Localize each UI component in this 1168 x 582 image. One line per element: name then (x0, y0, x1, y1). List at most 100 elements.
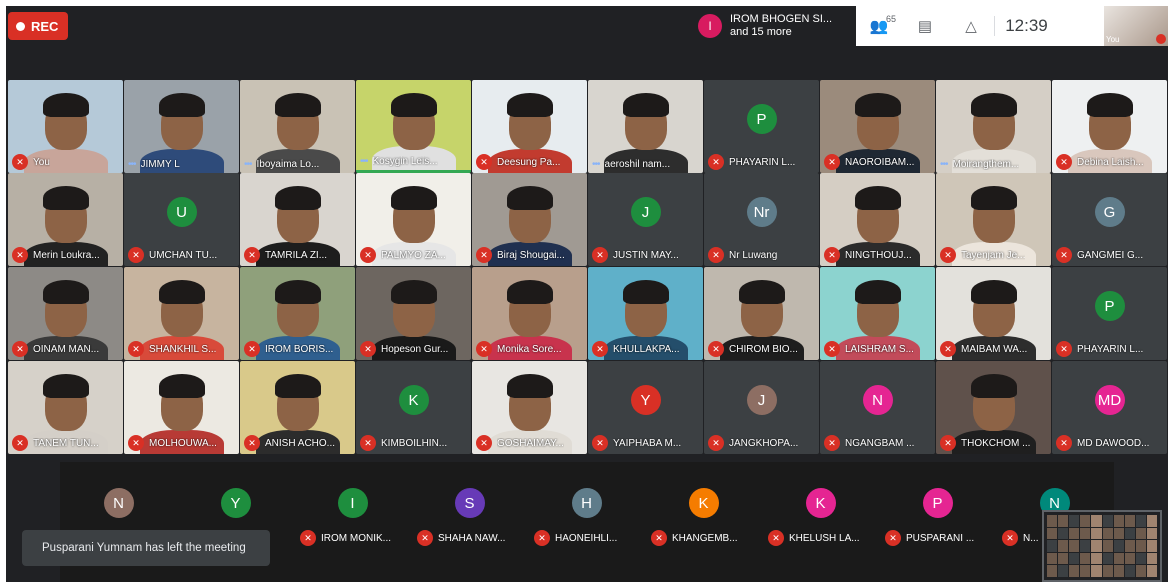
preview-tile (1113, 540, 1124, 552)
participant-caption: ✕ Debina Laish... (1056, 154, 1144, 170)
participant-hair (970, 374, 1017, 399)
mic-off-icon: ✕ (417, 530, 433, 546)
participant-strip-item[interactable]: K ✕ KHELUSH LA... (762, 466, 879, 556)
self-view-thumbnail[interactable]: You (1104, 6, 1168, 46)
preview-tile (1080, 540, 1091, 552)
participant-hair (390, 280, 437, 305)
participant-tile[interactable]: J ✕ JUSTIN MAY... (588, 173, 703, 266)
chat-button[interactable]: ▤ (902, 17, 948, 35)
participant-name: aeroshil nam... (604, 159, 671, 170)
mic-off-icon: ✕ (708, 435, 724, 451)
participant-tile[interactable]: N ✕ NGANGBAM ... (820, 361, 935, 454)
participant-tile[interactable]: ✕ Hopeson Gur... (356, 267, 471, 360)
participant-name: MAIBAM WA... (961, 343, 1028, 355)
participant-avatar: MD (1094, 385, 1125, 416)
participant-avatar: K (398, 385, 429, 416)
mic-off-icon: ✕ (824, 154, 840, 170)
shapes-icon: △ (965, 18, 977, 35)
participant-tile[interactable]: ✕ Monika Sore... (472, 267, 587, 360)
participant-tile[interactable]: ✕ MOLHOUWA... (124, 361, 239, 454)
participant-hair (158, 374, 205, 399)
participant-tile[interactable]: ••• aeroshil nam... (588, 80, 703, 173)
preview-tile (1091, 515, 1102, 527)
participant-tile[interactable]: ✕ KHULLAKPA... (588, 267, 703, 360)
preview-tile (1124, 527, 1135, 540)
participant-caption: ✕ Merin Loukra... (12, 247, 100, 263)
participant-tile[interactable]: ✕ Biraj Shougai... (472, 173, 587, 266)
participant-tile[interactable]: ✕ PALMYO ZA... (356, 173, 471, 266)
participant-name: TANEM TUN... (33, 437, 99, 449)
activities-button[interactable]: △ (948, 17, 994, 35)
participant-tile[interactable]: P ✕ PHAYARIN L... (1052, 267, 1167, 360)
presenter-more: and 15 more (730, 26, 792, 38)
participant-tile[interactable]: ••• JIMMY L (124, 80, 239, 173)
participant-caption: ✕ Hopeson Gur... (360, 341, 448, 357)
participant-name: IROM BORIS... (265, 343, 334, 355)
presenter-avatar: I (698, 14, 722, 38)
participant-hair (42, 186, 89, 211)
preview-tile (1080, 565, 1091, 577)
participant-caption: ✕ Biraj Shougai... (476, 247, 565, 263)
participant-tile[interactable]: ✕ ANISH ACHO... (240, 361, 355, 454)
participant-tile[interactable]: ✕ You (8, 80, 123, 173)
participant-tile[interactable]: ✕ Tayenjam Je... (936, 173, 1051, 266)
participants-button[interactable]: 👥 65 (856, 14, 902, 35)
participant-strip-item[interactable]: K ✕ KHANGEMB... (645, 466, 762, 556)
participant-strip-item[interactable]: S ✕ SHAHA NAW... (411, 466, 528, 556)
participant-tile[interactable]: ✕ Debina Laish... (1052, 80, 1167, 173)
participant-hair (158, 280, 205, 305)
participant-tile[interactable]: ✕ NINGTHOUJ... (820, 173, 935, 266)
participant-name: HAONEIHLI... (555, 532, 618, 544)
participant-caption: ••• Kosygin Leis... (360, 156, 438, 167)
participant-caption: ✕ MD DAWOOD... (1056, 435, 1149, 451)
participant-tile[interactable]: ✕ TANEM TUN... (8, 361, 123, 454)
participant-tile[interactable]: Y ✕ YAIPHABA M... (588, 361, 703, 454)
participant-tile[interactable]: Nr ✕ Nr Luwang (704, 173, 819, 266)
participant-hair (390, 186, 437, 211)
participant-tile[interactable]: G ✕ GANGMEI G... (1052, 173, 1167, 266)
participant-tile[interactable]: ••• Iboyaima Lo... (240, 80, 355, 173)
participant-caption: ✕ You (12, 154, 50, 170)
participant-strip-item[interactable]: P ✕ PUSPARANI ... (879, 466, 996, 556)
participant-caption: ✕ UMCHAN TU... (128, 247, 217, 263)
participant-name: Moirangthem... (952, 159, 1020, 170)
participant-tile[interactable]: ✕ OINAM MAN... (8, 267, 123, 360)
participant-name: You (33, 156, 50, 168)
participant-avatar: P (746, 104, 777, 135)
participant-tile[interactable]: ✕ IROM BORIS... (240, 267, 355, 360)
participant-tile[interactable]: ✕ NAOROIBAM... (820, 80, 935, 173)
presenter-info[interactable]: I IROM BHOGEN SI... and 15 more (692, 6, 856, 46)
participant-avatar: Y (220, 488, 251, 518)
preview-tile (1124, 540, 1135, 552)
mic-off-icon: ✕ (476, 341, 492, 357)
participant-tile[interactable]: K ✕ KIMBOILHIN... (356, 361, 471, 454)
screen-share-preview[interactable] (1042, 510, 1162, 582)
participant-tile[interactable]: P ✕ PHAYARIN L... (704, 80, 819, 173)
participant-strip-item[interactable]: I ✕ IROM MONIK... (294, 466, 411, 556)
participant-tile[interactable]: ✕ TAMRILA ZI... (240, 173, 355, 266)
participant-caption: ✕ KHELUSH LA... (768, 530, 860, 546)
participant-strip-item[interactable]: H ✕ HAONEIHLI... (528, 466, 645, 556)
participant-tile[interactable]: ✕ THOKCHOM ... (936, 361, 1051, 454)
participant-name: UMCHAN TU... (149, 249, 218, 261)
participant-tile[interactable]: ••• Moirangthem... (936, 80, 1051, 173)
participant-tile[interactable]: ✕ Deesung Pa... (472, 80, 587, 173)
participant-tile[interactable]: ••• Kosygin Leis... (356, 80, 471, 173)
participant-tile[interactable]: U ✕ UMCHAN TU... (124, 173, 239, 266)
participant-hair (506, 186, 553, 211)
participant-hair (506, 280, 553, 305)
participant-tile[interactable]: J ✕ JANGKHOPA... (704, 361, 819, 454)
recording-indicator: REC (8, 12, 68, 40)
participant-tile[interactable]: ✕ GOSHAIMAY... (472, 361, 587, 454)
preview-tile (1135, 565, 1146, 577)
participant-tile[interactable]: ✕ MAIBAM WA... (936, 267, 1051, 360)
participant-tile[interactable]: ✕ Merin Loukra... (8, 173, 123, 266)
participant-caption: ✕ IROM MONIK... (300, 530, 391, 546)
participant-name: PHAYARIN L... (729, 156, 796, 168)
participant-caption: ✕ TANEM TUN... (12, 435, 99, 451)
participant-tile[interactable]: MD ✕ MD DAWOOD... (1052, 361, 1167, 454)
participant-tile[interactable]: ✕ LAISHRAM S... (820, 267, 935, 360)
participant-name: Debina Laish... (1077, 156, 1144, 168)
participant-tile[interactable]: ✕ SHANKHIL S... (124, 267, 239, 360)
participant-tile[interactable]: ✕ CHIROM BIO... (704, 267, 819, 360)
